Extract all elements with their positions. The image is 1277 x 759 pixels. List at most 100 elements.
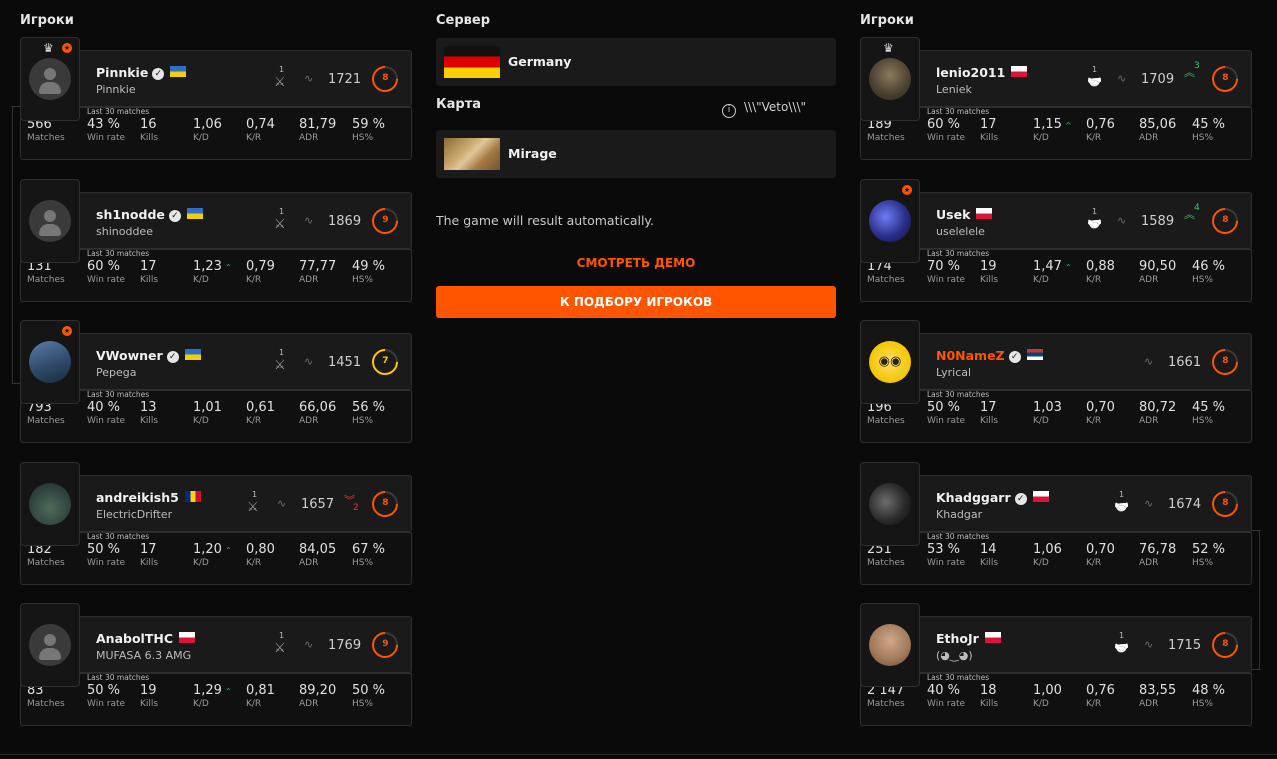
player-realname: uselelele <box>936 225 985 238</box>
avatar[interactable] <box>29 200 71 242</box>
player-card[interactable]: Pinnkie ✓ Pinnkie 1 ⚔ ∿ 1721 8 Last 30 matches 56… <box>20 37 412 160</box>
player-card[interactable]: Khadggarr ✓ Khadgar 1 🤝 ∿ 1674 8 Last 30 matches… <box>860 462 1252 585</box>
player-nickname[interactable]: sh1nodde ✓ <box>96 207 203 222</box>
matchmaking-button[interactable]: К ПОДБОРУ ИГРОКОВ <box>436 286 836 318</box>
germany-flag-icon <box>444 46 500 78</box>
stat-value: 1,01 <box>193 400 222 415</box>
stat-kills: 16 Kills <box>140 117 158 143</box>
stat-value-text: 0,70 <box>1086 400 1115 415</box>
stat-hs: 49 % HS% <box>352 259 385 285</box>
avatar[interactable] <box>869 200 911 242</box>
elo-points: 1869 <box>328 214 362 229</box>
skill-level-value: 9 <box>382 215 389 226</box>
player-nickname[interactable]: EthoJr <box>936 631 1001 646</box>
party-size: 1 <box>279 207 285 216</box>
nickname-text[interactable]: EthoJr <box>936 631 979 646</box>
player-card[interactable]: lenio2011 Leniek 1 🤝 ∿ 1709 ︽ 3 8 Last 30 matches… <box>860 37 1252 160</box>
player-nickname[interactable]: lenio2011 <box>936 65 1028 80</box>
avatar-frame[interactable] <box>20 462 80 546</box>
elo-points: 1715 <box>1168 638 1202 653</box>
avatar[interactable] <box>29 341 71 383</box>
player-card[interactable]: andreikish5 ElectricDrifter 1 ⚔ ∿ 1657 ︾ 2 8 Last… <box>20 462 412 585</box>
player-card[interactable]: EthoJr (◕‿◕) 1 🤝 ∿ 1715 8 Last 30 matches 2 147 M… <box>860 603 1252 726</box>
player-card[interactable]: VWowner ✓ Pepega 1 ⚔ ∿ 1451 7 Last 30 matches 793… <box>20 320 412 443</box>
bottom-divider <box>0 754 1277 755</box>
player-nickname[interactable]: Usek <box>936 207 993 222</box>
stat-label: Kills <box>140 133 159 143</box>
avatar-frame[interactable] <box>860 462 920 546</box>
stat-value-text: 80,72 <box>1139 400 1177 415</box>
avatar[interactable] <box>869 58 911 100</box>
nickname-text[interactable]: andreikish5 <box>96 490 179 505</box>
avatar-frame[interactable] <box>20 603 80 687</box>
player-header: Khadggarr ✓ Khadgar 1 🤝 ∿ 1674 8 <box>919 475 1252 532</box>
stat-label: Kills <box>140 416 159 426</box>
nickname-text[interactable]: sh1nodde <box>96 207 165 222</box>
avatar[interactable] <box>29 58 71 100</box>
player-nickname[interactable]: N0NameZ ✓ <box>936 348 1043 363</box>
skill-level-badge: 8 <box>366 485 404 523</box>
nickname-text[interactable]: VWowner <box>96 348 163 363</box>
avatar-frame[interactable]: ★ <box>860 179 920 263</box>
player-card[interactable]: sh1nodde ✓ shinoddee 1 ⚔ ∿ 1869 9 Last 30 matche… <box>20 179 412 302</box>
stat-value-text: 14 <box>980 542 997 557</box>
avatar[interactable]: ◉◉ <box>869 341 911 383</box>
veto-info[interactable]: i \\\"Veto\\\" <box>722 100 806 118</box>
player-nickname[interactable]: andreikish5 <box>96 490 201 505</box>
stat-value-text: 50 % <box>87 683 121 698</box>
stat-value: 66,06 <box>299 400 336 415</box>
player-nickname[interactable]: AnabolTHC <box>96 631 195 646</box>
nickname-text[interactable]: AnabolTHC <box>96 631 173 646</box>
country-flag-icon <box>984 632 1001 643</box>
player-card[interactable]: N0NameZ ✓ Lyrical ∿ 1661 8 Last 30 matches 196 M… <box>860 320 1252 443</box>
player-header: VWowner ✓ Pepega 1 ⚔ ∿ 1451 7 <box>79 333 412 390</box>
trend-line-icon: ∿ <box>304 638 314 651</box>
stat-kd: 1,47 ⌃ K/D <box>1033 259 1072 285</box>
nickname-text[interactable]: lenio2011 <box>936 65 1005 80</box>
stat-value-text: 67 % <box>352 542 386 557</box>
map-panel: Mirage <box>436 130 836 178</box>
stat-label: Win rate <box>87 416 126 426</box>
player-card[interactable]: Usek uselelele 1 🤝 ∿ 1589 ︽ 4 8 Last 30 matches 1 7… <box>860 179 1252 302</box>
avatar-frame[interactable] <box>860 603 920 687</box>
player-nickname[interactable]: VWowner ✓ <box>96 348 201 363</box>
info-icon[interactable]: i <box>722 104 736 118</box>
avatar-frame[interactable]: ◉◉ <box>860 320 920 404</box>
player-nickname[interactable]: Khadggarr ✓ <box>936 490 1049 505</box>
elo-points: 1661 <box>1168 355 1202 370</box>
elo-points: 1589 <box>1141 214 1175 229</box>
avatar[interactable] <box>29 483 71 525</box>
nickname-text[interactable]: Pinnkie <box>96 65 148 80</box>
party-size: 1 <box>1092 65 1098 74</box>
avatar-frame[interactable]: ★ <box>20 320 80 404</box>
stat-label: K/D <box>193 699 209 709</box>
stat-kr: 0,70 K/R <box>1086 542 1115 568</box>
player-card[interactable]: AnabolTHC MUFASA 6.3 AMG 1 ⚔ ∿ 1769 9 Last 30 m… <box>20 603 412 726</box>
trend-line-icon: ∿ <box>304 355 314 368</box>
trend-line-icon: ∿ <box>277 497 287 510</box>
avatar-frame[interactable]: ♛ ★ <box>20 37 80 121</box>
watch-demo-link[interactable]: СМОТРЕТЬ ДЕМО <box>436 256 836 270</box>
country-flag-icon <box>184 349 201 360</box>
avatar-frame[interactable]: ♛ <box>860 37 920 121</box>
stat-value: 45 % <box>1192 117 1225 132</box>
avatar[interactable] <box>869 624 911 666</box>
avatar-frame[interactable] <box>20 179 80 263</box>
stat-value: 50 % <box>352 683 385 698</box>
nickname-text[interactable]: Usek <box>936 207 970 222</box>
stat-kills: 17 Kills <box>980 117 998 143</box>
stat-hs: 59 % HS% <box>352 117 385 143</box>
stat-kills: 19 Kills <box>140 683 158 709</box>
nickname-text[interactable]: Khadggarr <box>936 490 1011 505</box>
stat-label: ADR <box>299 699 319 709</box>
player-nickname[interactable]: Pinnkie ✓ <box>96 65 187 80</box>
premium-badge-icon: ★ <box>62 43 72 53</box>
party-size: 1 <box>279 65 285 74</box>
avatar[interactable] <box>869 483 911 525</box>
stat-value-text: 70 % <box>927 259 961 274</box>
stat-value: 14 <box>980 542 998 557</box>
stat-winrate: 70 % Win rate <box>927 259 965 285</box>
skill-level-value: 8 <box>1222 639 1229 650</box>
nickname-text[interactable]: N0NameZ <box>936 348 1005 363</box>
avatar[interactable] <box>29 624 71 666</box>
